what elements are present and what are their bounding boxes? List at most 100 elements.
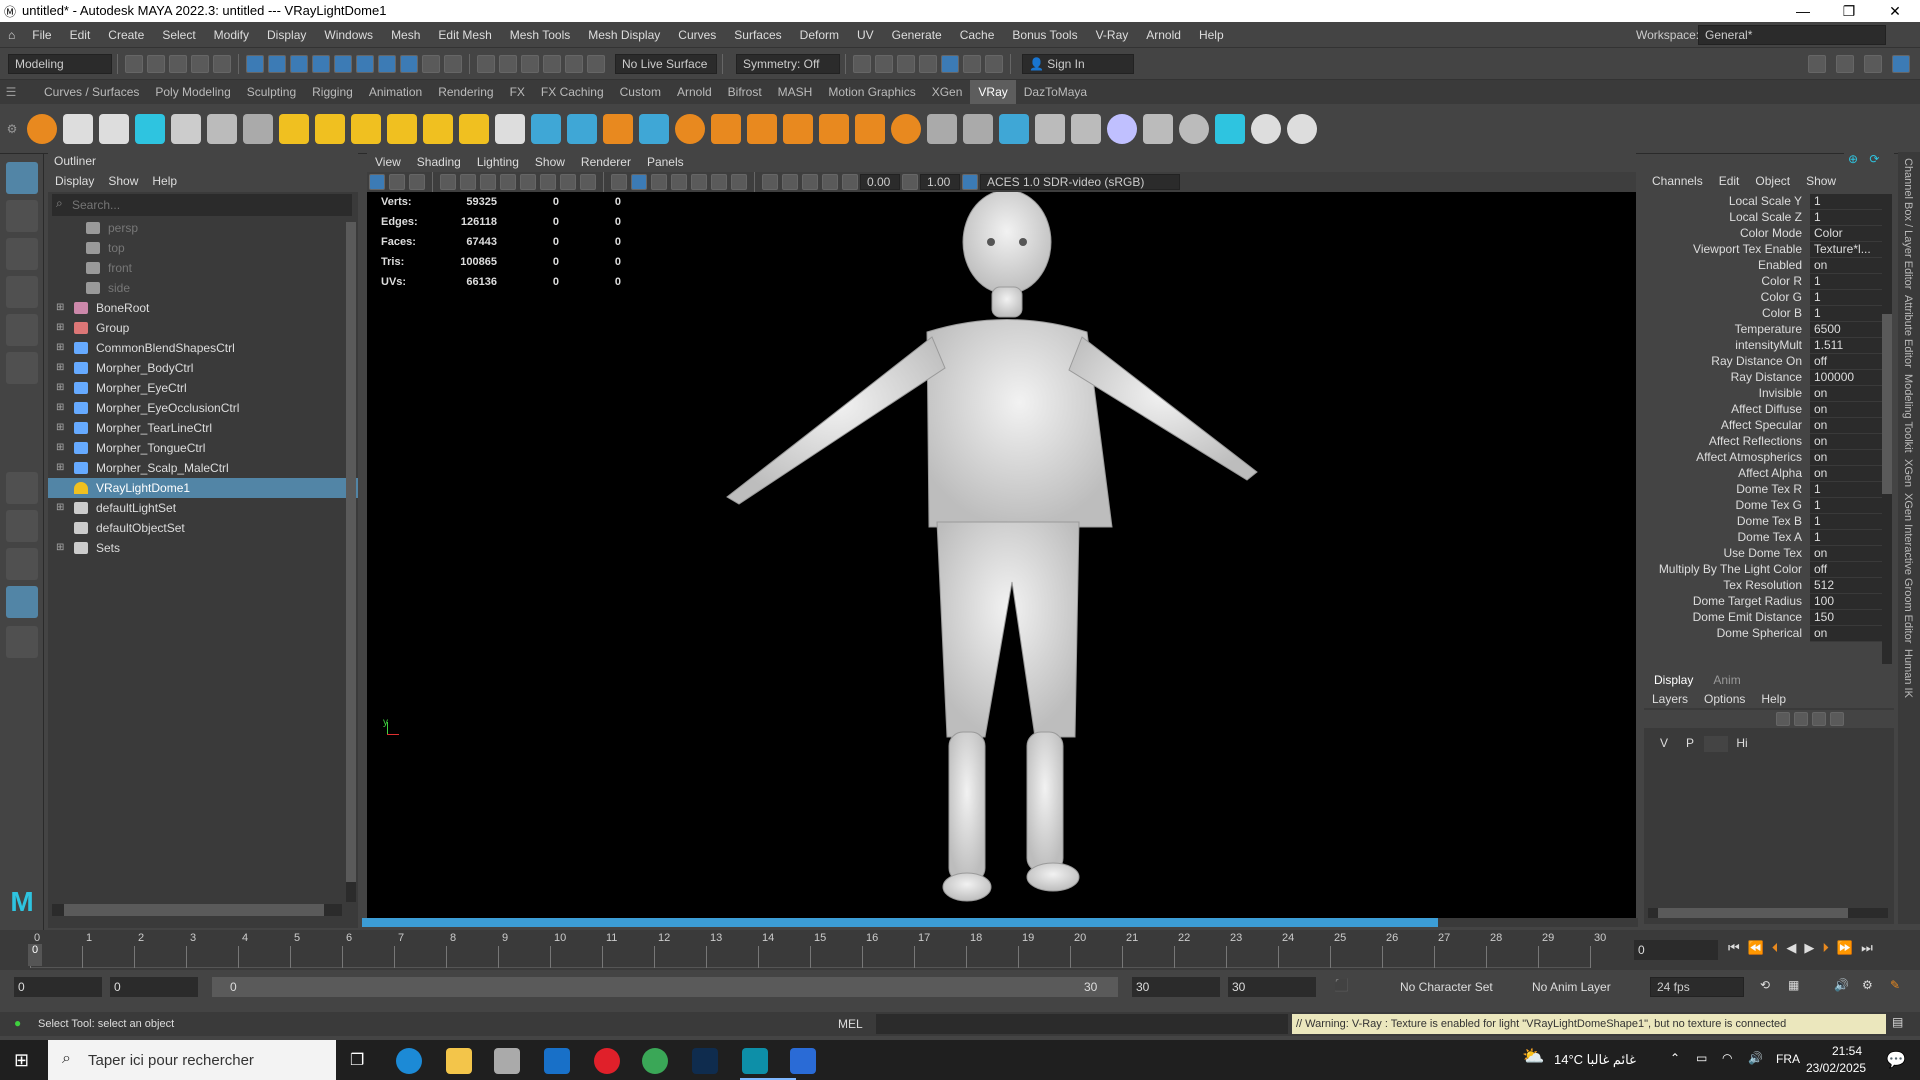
expand-toggle-icon[interactable]: ⊞ xyxy=(56,458,68,478)
outliner-menu-show[interactable]: Show xyxy=(101,170,145,192)
vray-sun-icon[interactable] xyxy=(459,113,489,144)
opera-icon[interactable] xyxy=(594,1048,620,1074)
tab-vray[interactable]: VRay xyxy=(970,80,1016,104)
side-tab[interactable]: XGen xyxy=(1902,459,1914,487)
vray-rect-light-icon[interactable] xyxy=(279,113,309,144)
image-plane-icon[interactable] xyxy=(440,174,456,190)
render-frame-icon[interactable] xyxy=(853,54,871,73)
outliner-item[interactable]: top xyxy=(48,238,358,258)
attribute-value[interactable]: 100 xyxy=(1810,594,1884,610)
outliner-item[interactable]: ⊞ Morpher_TearLineCtrl xyxy=(48,418,358,438)
attribute-value[interactable]: 100000 xyxy=(1810,370,1884,386)
render-settings-icon[interactable] xyxy=(897,54,915,73)
outliner-item[interactable]: VRayLightDome1 xyxy=(48,478,358,498)
hypershade-icon[interactable] xyxy=(919,54,937,73)
wifi-icon[interactable]: ◠ xyxy=(1722,1051,1732,1065)
current-frame-marker[interactable]: 0 xyxy=(28,944,42,966)
vray-material-icon[interactable] xyxy=(675,113,705,144)
vray-sphere-light-icon[interactable] xyxy=(315,113,345,144)
current-frame-field[interactable]: 0 xyxy=(1634,940,1718,960)
edge-icon[interactable] xyxy=(396,1048,422,1074)
attribute-value[interactable]: on xyxy=(1810,258,1884,274)
viewport-menu-shading[interactable]: Shading xyxy=(409,152,469,172)
2d-pan-zoom-icon[interactable] xyxy=(460,174,476,190)
vray-blend-material-icon[interactable] xyxy=(711,113,741,144)
redo-icon[interactable] xyxy=(213,54,231,73)
tray-up-icon[interactable]: ⌃ xyxy=(1670,1051,1680,1065)
go-to-start-icon[interactable]: ⏮ xyxy=(1728,940,1740,956)
script-lang-label[interactable]: MEL xyxy=(838,1017,863,1031)
vray-vision-icon[interactable] xyxy=(1179,113,1209,144)
bookmarks-icon[interactable] xyxy=(409,174,425,190)
side-tab[interactable]: XGen Interactive Groom Editor xyxy=(1902,493,1914,643)
menu-set-dropdown[interactable]: Modeling xyxy=(8,53,112,74)
attribute-value[interactable]: 1 xyxy=(1810,306,1884,322)
save-scene-icon[interactable] xyxy=(169,54,187,73)
ipr-render-icon[interactable] xyxy=(875,54,893,73)
daz-icon[interactable] xyxy=(790,1048,816,1074)
vray-color-picker-icon[interactable] xyxy=(1107,113,1137,144)
vray-physical-camera-icon[interactable] xyxy=(63,113,93,144)
expand-toggle-icon[interactable]: ⊞ xyxy=(56,398,68,418)
menu-v-ray[interactable]: V-Ray xyxy=(1087,22,1138,48)
channel-box-icon[interactable] xyxy=(1892,55,1910,73)
mask-curves-icon[interactable] xyxy=(356,54,374,73)
attribute-row[interactable]: Affect Diffuse on xyxy=(1644,402,1894,418)
tab-animation[interactable]: Animation xyxy=(361,80,430,104)
exposure-field[interactable]: 0.00 xyxy=(860,174,900,190)
textured-icon[interactable] xyxy=(651,174,667,190)
attribute-value[interactable]: 1 xyxy=(1810,514,1884,530)
vray-render-icon[interactable] xyxy=(941,54,959,73)
script-editor-button-icon[interactable]: ▤ xyxy=(1892,1015,1903,1029)
vray-mesh-light-icon[interactable] xyxy=(423,113,453,144)
channels-menu-edit[interactable]: Edit xyxy=(1711,170,1748,192)
two-view-icon[interactable] xyxy=(6,548,38,580)
attribute-row[interactable]: Dome Target Radius 100 xyxy=(1644,594,1894,610)
menu-mesh[interactable]: Mesh xyxy=(382,22,429,48)
mask-surfaces-icon[interactable] xyxy=(378,54,396,73)
scale-tool-icon[interactable] xyxy=(6,352,38,384)
menu-cache[interactable]: Cache xyxy=(951,22,1004,48)
attribute-value[interactable]: 1 xyxy=(1810,290,1884,306)
weather-icon[interactable]: ⛅ xyxy=(1522,1046,1544,1067)
outliner-item[interactable]: ⊞ Morpher_BodyCtrl xyxy=(48,358,358,378)
attribute-value[interactable]: Texture*l... xyxy=(1810,242,1884,258)
time-slider[interactable]: 0 1 2 3 4 5 6 7 8 9 10 11 12 13 14 15 16 17 18 19 20 21 22 23 24… xyxy=(0,930,1920,970)
vray-scene-icon[interactable] xyxy=(603,113,633,144)
menu-arnold[interactable]: Arnold xyxy=(1137,22,1190,48)
attribute-value[interactable]: on xyxy=(1810,418,1884,434)
attribute-row[interactable]: Ray Distance On off xyxy=(1644,354,1894,370)
vray-proxy-icon[interactable] xyxy=(531,113,561,144)
file-explorer-icon[interactable] xyxy=(446,1048,472,1074)
attribute-editor-icon[interactable] xyxy=(1836,55,1854,73)
move-layer-up-icon[interactable] xyxy=(1776,712,1790,726)
expand-toggle-icon[interactable]: ⊞ xyxy=(56,298,68,318)
four-view-icon[interactable] xyxy=(6,510,38,542)
minimize-button[interactable]: — xyxy=(1780,0,1826,22)
single-view-icon[interactable] xyxy=(6,472,38,504)
end-time-field[interactable]: 30 xyxy=(1228,977,1316,997)
sign-in-dropdown[interactable]: 👤 Sign In xyxy=(1022,53,1134,74)
move-layer-down-icon[interactable] xyxy=(1794,712,1808,726)
side-tab[interactable]: Human IK xyxy=(1902,649,1914,698)
shelf-gear-icon[interactable]: ⚙ xyxy=(0,122,24,136)
attribute-row[interactable]: Dome Tex G 1 xyxy=(1644,498,1894,514)
snap-surface-icon[interactable] xyxy=(565,54,583,73)
outliner-item[interactable]: ⊞ BoneRoot xyxy=(48,298,358,318)
vray-render-elements-icon[interactable] xyxy=(1071,113,1101,144)
attribute-value[interactable]: 1 xyxy=(1810,530,1884,546)
attribute-value[interactable]: 1.511 xyxy=(1810,338,1884,354)
auto-key-icon[interactable]: ⬛ xyxy=(1334,978,1349,992)
outliner-item[interactable]: persp xyxy=(48,218,358,238)
attribute-value[interactable]: on xyxy=(1810,386,1884,402)
undo-icon[interactable] xyxy=(191,54,209,73)
attribute-value[interactable]: 150 xyxy=(1810,610,1884,626)
menu-mesh-tools[interactable]: Mesh Tools xyxy=(501,22,579,48)
play-forward-icon[interactable]: ▶ xyxy=(1804,940,1814,956)
attribute-row[interactable]: Viewport Tex Enable Texture*l... xyxy=(1644,242,1894,258)
color-management-icon[interactable] xyxy=(962,174,978,190)
paint-select-tool-icon[interactable] xyxy=(6,238,38,270)
outliner-v-scrollbar[interactable] xyxy=(346,222,356,902)
attribute-row[interactable]: Dome Emit Distance 150 xyxy=(1644,610,1894,626)
attribute-value[interactable]: 6500 xyxy=(1810,322,1884,338)
